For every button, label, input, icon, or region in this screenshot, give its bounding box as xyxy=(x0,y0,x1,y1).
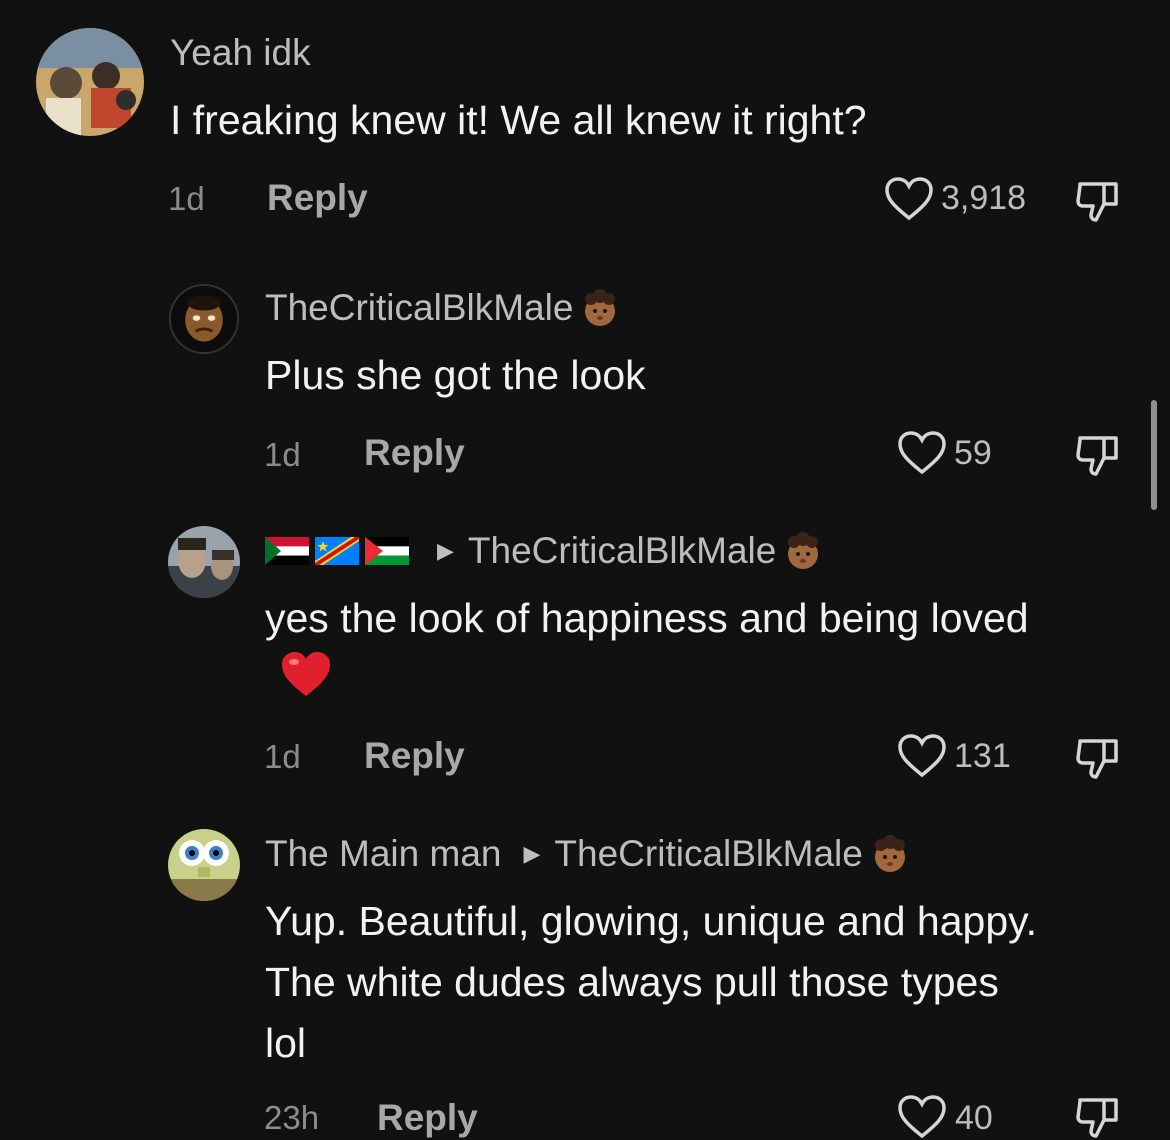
comment-time: 23h xyxy=(264,1099,320,1136)
comment-author[interactable]: Yeah idk xyxy=(170,32,311,74)
man-curly-hair-emoji xyxy=(874,835,905,872)
thumbs-down-icon[interactable] xyxy=(1074,432,1122,478)
triangle-right-icon: ▶ xyxy=(523,841,541,866)
author-name[interactable]: Yeah idk xyxy=(170,32,311,74)
heart-outline-icon[interactable] xyxy=(897,430,947,476)
comment-author[interactable]: TheCriticalBlkMale xyxy=(265,287,621,329)
scrollbar[interactable] xyxy=(1151,400,1157,510)
author-name[interactable]: TheCriticalBlkMale xyxy=(265,287,573,329)
thumbs-down-icon[interactable] xyxy=(1074,178,1122,224)
reply-button[interactable]: Reply xyxy=(364,432,465,474)
reply-button[interactable]: Reply xyxy=(364,735,465,777)
heart-outline-icon[interactable] xyxy=(897,1094,947,1140)
like-count: 40 xyxy=(955,1099,993,1137)
avatar[interactable] xyxy=(168,829,240,901)
comment-author[interactable]: The Main man ▶ TheCriticalBlkMale xyxy=(265,833,911,875)
like-count: 3,918 xyxy=(941,179,1027,217)
author-name[interactable]: The Main man xyxy=(265,833,502,875)
comment-time: 1d xyxy=(264,436,301,473)
avatar[interactable] xyxy=(168,526,240,598)
triangle-right-icon: ▶ xyxy=(437,538,454,563)
replying-to-name[interactable]: TheCriticalBlkMale xyxy=(468,530,776,572)
comments-panel: Yeah idk I freaking knew it! We all knew… xyxy=(0,0,1170,1140)
red-heart-emoji xyxy=(282,652,330,696)
man-curly-hair-emoji xyxy=(788,532,819,569)
heart-outline-icon[interactable] xyxy=(884,176,934,222)
comment-text: Yup. Beautiful, glowing, unique and happ… xyxy=(265,898,1037,1066)
avatar[interactable] xyxy=(169,284,239,354)
comment-text: I freaking knew it! We all knew it right… xyxy=(170,97,867,143)
thumbs-down-icon[interactable] xyxy=(1074,735,1122,781)
avatar[interactable] xyxy=(36,28,144,136)
like-count: 131 xyxy=(954,737,1011,775)
comment-time: 1d xyxy=(168,180,205,217)
flag-drc xyxy=(315,537,359,565)
comment-author[interactable]: ▶ TheCriticalBlkMale xyxy=(265,530,824,572)
flag-palestine xyxy=(365,537,409,565)
reply-button[interactable]: Reply xyxy=(377,1097,478,1139)
heart-outline-icon[interactable] xyxy=(897,733,947,779)
thumbs-down-icon[interactable] xyxy=(1074,1094,1122,1140)
man-curly-hair-emoji xyxy=(585,289,616,326)
like-count: 59 xyxy=(954,434,992,472)
reply-button[interactable]: Reply xyxy=(267,177,368,219)
comment-text: yes the look of happiness and being love… xyxy=(265,588,1065,710)
replying-to-name[interactable]: TheCriticalBlkMale xyxy=(554,833,862,875)
comment-text-content: yes the look of happiness and being love… xyxy=(265,595,1029,641)
comment-time: 1d xyxy=(264,738,301,775)
comment-text: Plus she got the look xyxy=(265,352,646,398)
flag-sudan xyxy=(265,537,309,565)
